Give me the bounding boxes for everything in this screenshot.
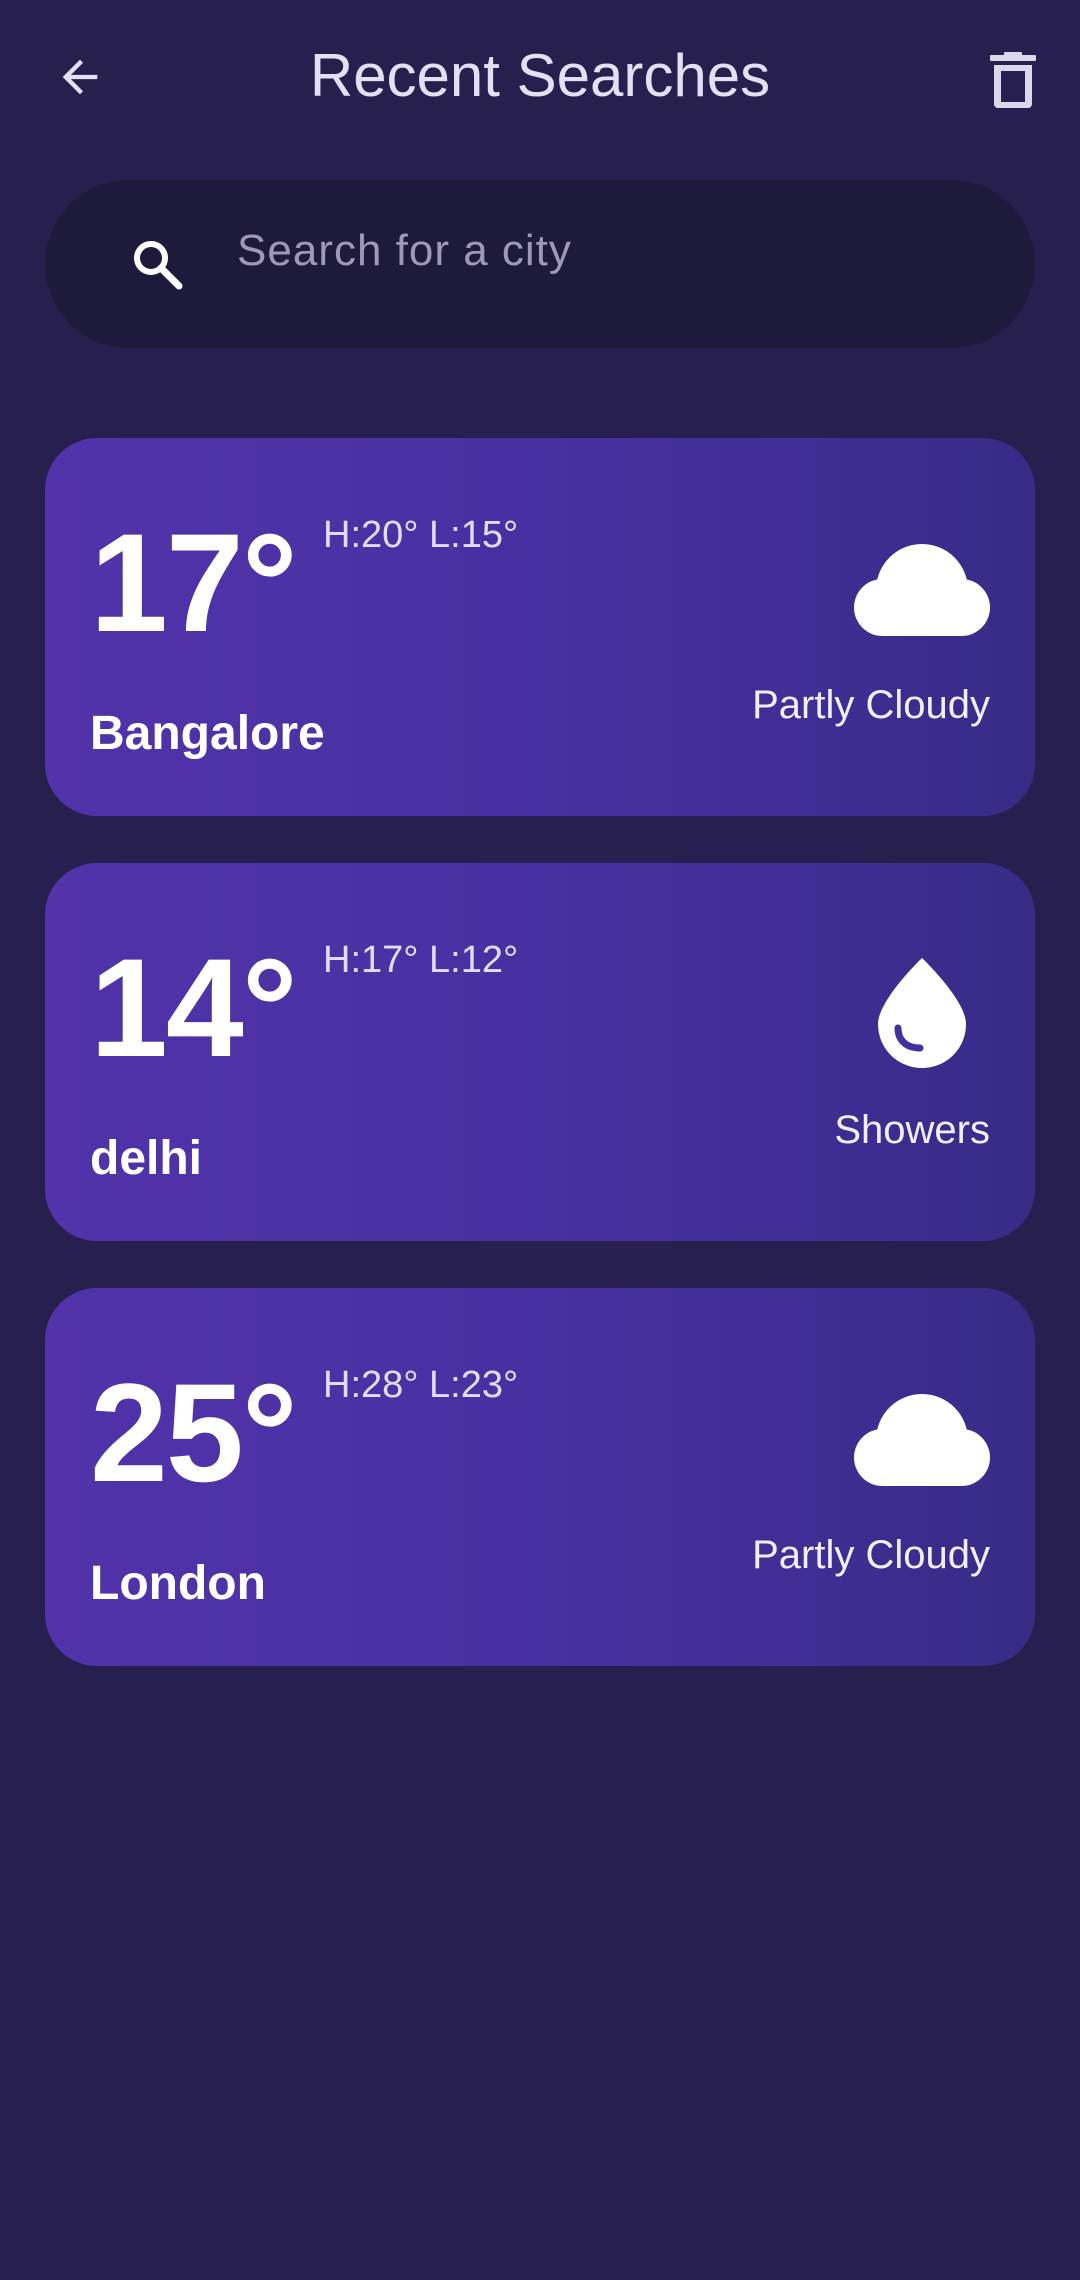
app-bar: Recent Searches bbox=[0, 0, 1080, 155]
temperature: 17° bbox=[90, 504, 298, 661]
water-drop-icon bbox=[878, 958, 966, 1068]
city-name: delhi bbox=[90, 1132, 203, 1185]
cloud-icon bbox=[854, 1394, 990, 1486]
cloud-icon bbox=[854, 544, 990, 636]
search-input[interactable] bbox=[237, 216, 977, 286]
weather-card[interactable]: 17° H:20° L:15° Partly Cloudy Bangalore bbox=[45, 438, 1035, 816]
trash-icon bbox=[989, 51, 1036, 108]
weather-condition: Partly Cloudy bbox=[752, 1533, 990, 1577]
high-low-temperature: H:28° L:23° bbox=[323, 1364, 519, 1406]
weather-condition: Showers bbox=[834, 1108, 990, 1152]
search-icon bbox=[134, 241, 183, 290]
delete-all-button[interactable] bbox=[975, 42, 1050, 117]
city-name: London bbox=[90, 1557, 266, 1610]
weather-card[interactable]: 14° H:17° L:12° Showers delhi bbox=[45, 863, 1035, 1241]
weather-condition: Partly Cloudy bbox=[752, 683, 990, 727]
high-low-temperature: H:17° L:12° bbox=[323, 939, 519, 981]
temperature: 25° bbox=[90, 1354, 298, 1511]
back-button[interactable] bbox=[45, 42, 115, 112]
weather-card[interactable]: 25° H:28° L:23° Partly Cloudy London bbox=[45, 1288, 1035, 1666]
page-title: Recent Searches bbox=[309, 42, 771, 109]
city-name: Bangalore bbox=[90, 707, 325, 760]
temperature: 14° bbox=[90, 929, 298, 1086]
high-low-temperature: H:20° L:15° bbox=[323, 514, 519, 556]
arrow-back-icon bbox=[62, 59, 98, 95]
